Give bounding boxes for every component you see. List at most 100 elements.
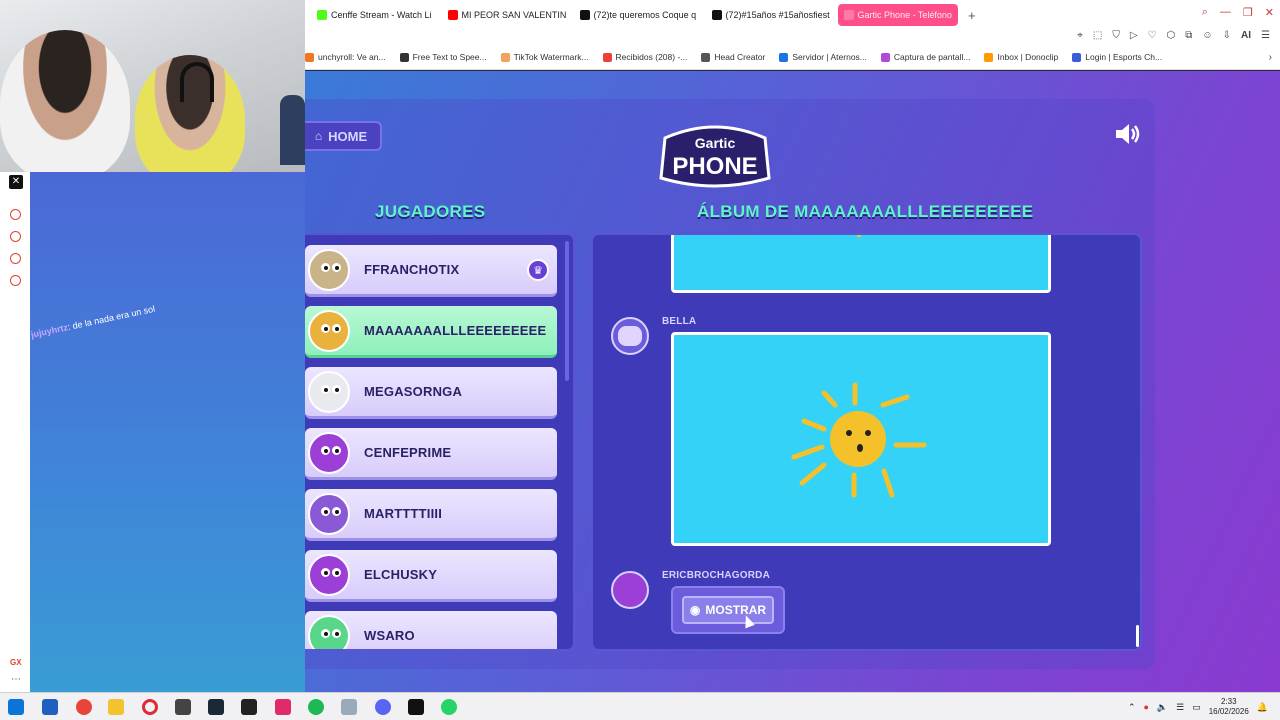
player-card[interactable]: MAAAAAAALLLEEEEEEEEE: [305, 306, 557, 358]
bookmark-item[interactable]: Recibidos (208) -...: [602, 52, 688, 62]
battery-icon[interactable]: ▭: [1192, 702, 1201, 713]
bookmark-item[interactable]: Free Text to Spee...: [399, 52, 487, 62]
shield-icon[interactable]: ⛉: [1112, 30, 1120, 41]
window-controls: ⌕ — ❐ ✕: [1202, 6, 1274, 19]
app-icon-2[interactable]: [76, 699, 92, 715]
avatar-face: [618, 326, 642, 346]
steam-icon[interactable]: [208, 699, 224, 715]
opera-icon[interactable]: [142, 699, 158, 715]
bookmark-item[interactable]: unchyroll: Ve an...: [305, 52, 386, 62]
home-button[interactable]: ⌂ HOME: [305, 121, 382, 151]
chevron-right-icon[interactable]: ›: [1269, 52, 1272, 63]
browser-tab[interactable]: MI PEOR SAN VALENTIN: [442, 4, 570, 26]
album-scrollbar[interactable]: [1136, 625, 1139, 647]
whatsapp-icon[interactable]: [441, 699, 457, 715]
bookmark-item[interactable]: Login | Esports Ch...: [1072, 52, 1162, 62]
players-scrollbar[interactable]: [565, 241, 569, 381]
streamer-left: [0, 30, 130, 172]
box-icon[interactable]: ⬡: [1167, 30, 1176, 41]
app-icon-3[interactable]: [175, 699, 191, 715]
wifi-icon[interactable]: ☰: [1176, 702, 1184, 713]
album-panel[interactable]: BELLA ERICBROCHAGORDA ◉ MOSTRAR: [591, 233, 1142, 651]
game-background-left: [0, 172, 305, 692]
bookmark-favicon-icon: [779, 52, 789, 62]
close-icon[interactable]: ✕: [1265, 6, 1274, 19]
bookmark-favicon-icon: [1072, 52, 1082, 62]
player-card[interactable]: MARTTTTIIII: [305, 489, 557, 541]
screenshot-icon[interactable]: ⬚: [1093, 30, 1102, 41]
player-card[interactable]: MEGASORNGA: [305, 367, 557, 419]
bookmark-label: Head Creator: [714, 52, 766, 62]
more-icon[interactable]: ⋯: [11, 674, 21, 685]
headset-icon: [180, 62, 214, 102]
cube-icon[interactable]: [10, 253, 21, 264]
menu-icon[interactable]: ☰: [1261, 30, 1270, 41]
play-icon[interactable]: [10, 209, 21, 220]
search-icon[interactable]: ⌕: [1202, 6, 1208, 19]
notifications-icon[interactable]: 🔔: [1257, 702, 1268, 713]
background-person: [280, 95, 305, 165]
album-title: ÁLBUM DE MAAAAAAALLLEEEEEEEEE: [697, 202, 1034, 221]
drawing-canvas: [671, 332, 1051, 546]
app-icon-4[interactable]: [341, 699, 357, 715]
heart-icon[interactable]: ♡: [1148, 30, 1157, 41]
sun-drawing: [791, 382, 927, 498]
album-author-name: ERICBROCHAGORDA: [662, 570, 770, 581]
volume-icon[interactable]: 🔈: [1157, 702, 1168, 713]
player-avatar: [308, 248, 350, 291]
discord-icon[interactable]: [375, 699, 391, 715]
pin-icon[interactable]: ⌖: [1077, 30, 1083, 41]
browser-tab[interactable]: (72)te queremos Coque q: [574, 4, 702, 26]
capcut-icon[interactable]: [408, 699, 424, 715]
player-card[interactable]: WSARO: [305, 611, 557, 649]
mic-icon[interactable]: ●: [1143, 702, 1148, 712]
new-tab-button[interactable]: +: [962, 8, 982, 23]
epic-icon[interactable]: [241, 699, 257, 715]
tab-favicon-icon: [843, 10, 854, 20]
sound-icon[interactable]: [1113, 122, 1141, 146]
browser-tab[interactable]: (72)#15años #15añosfiest: [706, 4, 834, 26]
bookmark-item[interactable]: Inbox | Donoclip: [984, 52, 1058, 62]
download-icon[interactable]: ⇩: [1223, 30, 1231, 41]
windows-start-icon[interactable]: [8, 699, 24, 715]
profile-icon[interactable]: ☺: [1202, 30, 1212, 41]
bookmark-favicon-icon: [500, 52, 510, 62]
bookmark-item[interactable]: TikTok Watermark...: [500, 52, 589, 62]
x-icon[interactable]: ✕: [9, 175, 23, 189]
clock-date: 16/02/2026: [1208, 707, 1249, 716]
players-list[interactable]: FFRANCHOTIX ♛ MAAAAAAALLLEEEEEEEEE MEGASORN…: [305, 233, 575, 651]
chevron-up-icon[interactable]: ⌃: [1128, 702, 1136, 713]
gx-icon[interactable]: GX: [10, 658, 22, 667]
history-icon[interactable]: [10, 231, 21, 242]
spotify-icon[interactable]: [308, 699, 324, 715]
tiktok-icon[interactable]: [275, 699, 291, 715]
ai-icon[interactable]: AI: [1241, 30, 1251, 41]
bookmark-favicon-icon: [701, 52, 711, 62]
browser-tab[interactable]: Cenffe Stream - Watch Li: [311, 4, 438, 26]
tab-label: MI PEOR SAN VALENTIN: [461, 10, 567, 20]
play-icon[interactable]: ▷: [1130, 30, 1138, 41]
extensions-icon[interactable]: ⧉: [1185, 30, 1192, 41]
minimize-icon[interactable]: —: [1220, 6, 1231, 19]
bookmark-item[interactable]: Head Creator: [701, 52, 765, 62]
clock[interactable]: 2:33 16/02/2026: [1209, 697, 1249, 717]
folder-icon[interactable]: [108, 699, 124, 715]
bookmark-item[interactable]: Servidor | Aternos...: [779, 52, 867, 62]
tabs: Cenffe Stream - Watch Li MI PEOR SAN VALE…: [311, 4, 958, 26]
bookmark-favicon-icon: [399, 52, 409, 62]
settings-icon[interactable]: [10, 275, 21, 286]
reveal-button[interactable]: ◉ MOSTRAR: [682, 596, 774, 624]
bookmark-item[interactable]: Captura de pantall...: [880, 52, 970, 62]
player-card[interactable]: CENFEPRIME: [305, 428, 557, 480]
eye-icon: ◉: [689, 603, 701, 617]
bookmark-label: Recibidos (208) -...: [615, 52, 688, 62]
player-card[interactable]: FFRANCHOTIX ♛: [305, 245, 557, 297]
bookmark-label: Login | Esports Ch...: [1085, 52, 1163, 62]
app-icon-1[interactable]: [42, 699, 58, 715]
bookmark-label: Servidor | Aternos...: [792, 52, 867, 62]
player-card[interactable]: ELCHUSKY: [305, 550, 557, 602]
tab-label: Cenffe Stream - Watch Li: [331, 10, 432, 20]
browser-tab[interactable]: Gartic Phone - Teléfono: [837, 4, 958, 26]
restore-icon[interactable]: ❐: [1243, 6, 1253, 19]
player-avatar: [308, 431, 350, 474]
